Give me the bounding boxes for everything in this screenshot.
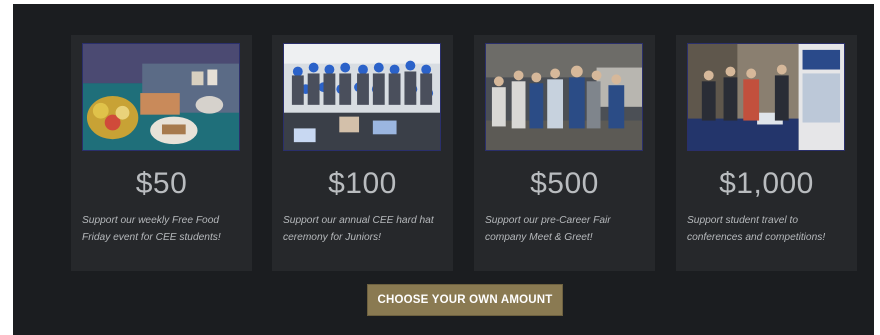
donation-card-500[interactable]: $500 Support our pre-Career Fair company… xyxy=(474,35,655,271)
donation-description: Support our weekly Free Food Friday even… xyxy=(82,215,221,243)
meet-and-greet-photo xyxy=(485,43,643,151)
donation-description: Support our annual CEE hard hat ceremony… xyxy=(283,215,434,243)
donation-description: Support our pre-Career Fair company Meet… xyxy=(485,215,611,243)
choose-your-own-amount-button[interactable]: CHOOSE YOUR OWN AMOUNT xyxy=(367,284,563,316)
donation-panel: $50 Support our weekly Free Food Friday … xyxy=(13,4,874,335)
food-table-photo xyxy=(82,43,240,151)
donation-card-100[interactable]: $100 Support our annual CEE hard hat cer… xyxy=(272,35,453,271)
donation-amount: $500 xyxy=(530,167,599,200)
conference-booth-photo xyxy=(687,43,845,151)
donation-card-50[interactable]: $50 Support our weekly Free Food Friday … xyxy=(71,35,252,271)
hard-hat-group-photo xyxy=(283,43,441,151)
donation-card-1000[interactable]: $1,000 Support student travel to confere… xyxy=(676,35,857,271)
donation-amount: $100 xyxy=(328,167,397,200)
donation-amount: $50 xyxy=(135,167,188,200)
donation-amount: $1,000 xyxy=(719,167,814,200)
donation-description: Support student travel to conferences an… xyxy=(687,215,826,243)
page-frame: $50 Support our weekly Free Food Friday … xyxy=(0,0,880,335)
